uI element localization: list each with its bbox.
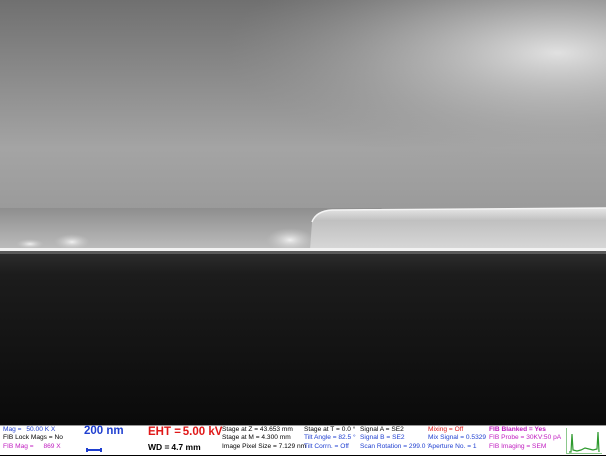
stage-m: Stage at M = 4.300 mm — [222, 434, 291, 441]
mix-signal: Mix Signal = 0.5329 — [428, 434, 487, 441]
image-pixel-size: Image Pixel Size = 7.129 nm — [222, 443, 307, 450]
sem-image — [0, 0, 606, 425]
stage-t: Stage at T = 0.0 ° — [304, 426, 356, 433]
scale-bar-label: 200 nm — [84, 425, 124, 437]
eht-readout: EHT = 5.00 kV — [148, 426, 223, 439]
scale-bar — [86, 448, 102, 452]
tilt-corrn: Tilt Corrn. = Off — [304, 443, 349, 450]
signal-b: Signal B = SE2 — [360, 434, 405, 441]
mag-value: 50.00 K X — [26, 426, 56, 433]
mag-label: Mag = — [3, 426, 22, 433]
mixing: Mixing = Off — [428, 426, 464, 433]
scan-rotation: Scan Rotation = 299.0 ° — [360, 443, 430, 450]
fib-mag-readout: FIB Mag = 869 X — [3, 443, 61, 451]
mag-readout: Mag = 50.00 K X — [3, 426, 56, 434]
eht-label: EHT = — [148, 426, 181, 438]
fib-blanked: FIB Blanked = Yes — [489, 426, 546, 433]
wd-value: 4.7 mm — [171, 442, 201, 452]
signal-a: Signal A = SE2 — [360, 426, 404, 433]
stage-z: Stage at Z = 43.653 mm — [222, 426, 293, 433]
sem-image-render — [0, 0, 606, 425]
fib-mag-label: FIB Mag = — [3, 443, 34, 450]
info-bar: Mag = 50.00 K X FIB Lock Mags = No FIB M… — [0, 425, 606, 455]
fib-mag-value: 869 X — [43, 443, 61, 450]
wd-label: WD = — [148, 442, 170, 452]
wd-readout: WD = 4.7 mm — [148, 443, 201, 453]
fib-lock-mags: FIB Lock Mags = No — [3, 434, 63, 441]
tilt-angle: Tilt Angle = 82.5 ° — [304, 434, 356, 441]
aperture-no: Aperture No. = 1 — [428, 443, 477, 450]
fib-probe: FIB Probe = 30KV:50 pA — [489, 434, 562, 441]
eht-value: 5.00 kV — [182, 426, 223, 438]
histogram-icon — [569, 431, 600, 453]
detector-histogram-graph — [566, 428, 602, 454]
fib-imaging: FIB Imaging = SEM — [489, 443, 547, 450]
